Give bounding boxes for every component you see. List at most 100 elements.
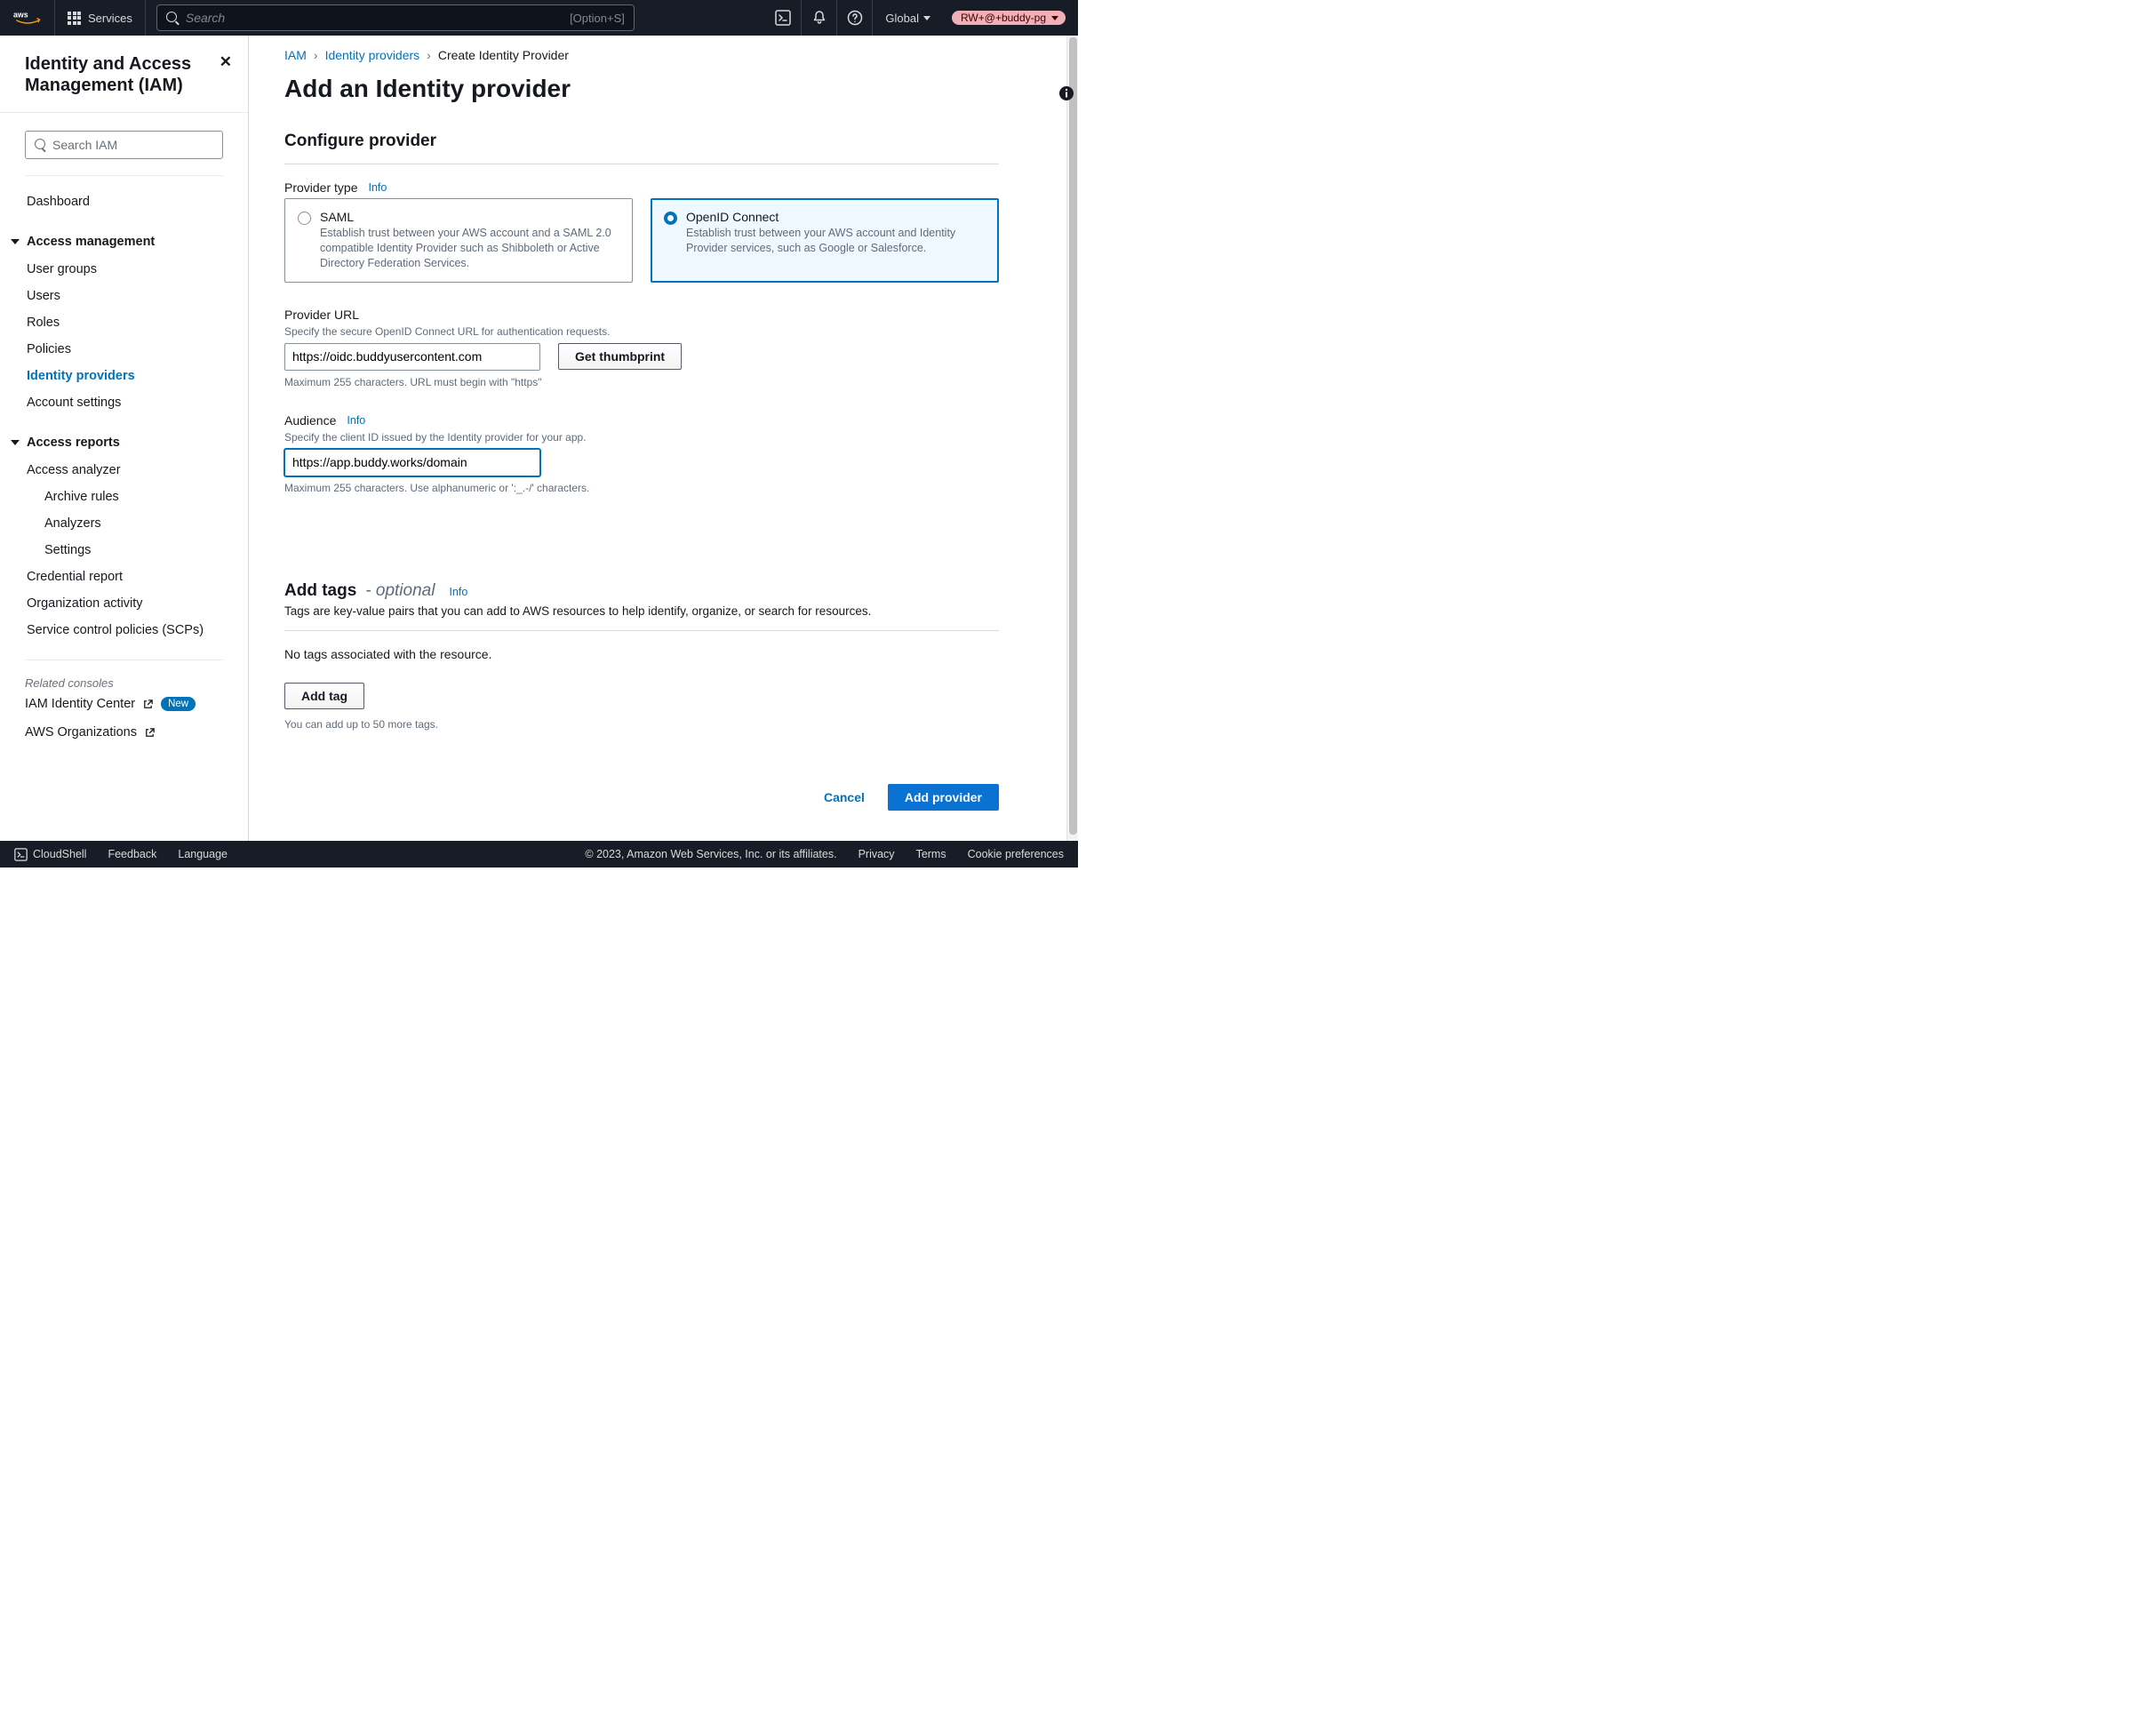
notifications-icon[interactable]	[801, 0, 836, 36]
bottom-bar: CloudShell Feedback Language © 2023, Ama…	[0, 841, 1078, 868]
audience-label: Audience Info	[284, 413, 999, 428]
external-link-icon	[142, 699, 154, 710]
sidebar-link-organizations[interactable]: AWS Organizations	[0, 718, 248, 747]
caret-down-icon	[11, 239, 20, 244]
main-content: IAM › Identity providers › Create Identi…	[249, 36, 1078, 841]
terms-link[interactable]: Terms	[916, 848, 946, 860]
no-tags-text: No tags associated with the resource.	[284, 647, 999, 661]
sidebar: Identity and Access Management (IAM) ✕ D…	[0, 36, 249, 841]
info-link[interactable]: Info	[347, 414, 365, 427]
add-tag-button[interactable]: Add tag	[284, 683, 364, 709]
sidebar-item-account-settings[interactable]: Account settings	[0, 389, 248, 416]
provider-url-label: Provider URL	[284, 308, 999, 322]
sidebar-item-scp[interactable]: Service control policies (SCPs)	[0, 617, 248, 644]
sidebar-group-access-management[interactable]: Access management	[0, 228, 248, 256]
svg-text:aws: aws	[13, 11, 28, 20]
audience-input[interactable]	[284, 449, 540, 476]
sidebar-item-policies[interactable]: Policies	[0, 336, 248, 363]
sidebar-item-identity-providers[interactable]: Identity providers	[0, 363, 248, 389]
sidebar-related-heading: Related consoles	[0, 676, 248, 690]
feedback-button[interactable]: Feedback	[108, 848, 156, 860]
sidebar-item-user-groups[interactable]: User groups	[0, 256, 248, 283]
services-button[interactable]: Services	[55, 0, 146, 36]
sidebar-close-icon[interactable]: ✕	[220, 53, 232, 71]
add-provider-button[interactable]: Add provider	[888, 784, 999, 811]
sidebar-search[interactable]	[25, 131, 223, 159]
top-nav: aws Services [Option+S] Global RW+@+budd…	[0, 0, 1078, 36]
cloudshell-button[interactable]: CloudShell	[14, 848, 86, 861]
radio-icon	[664, 212, 677, 225]
sidebar-item-roles[interactable]: Roles	[0, 309, 248, 336]
oidc-title: OpenID Connect	[686, 210, 986, 224]
sidebar-item-settings[interactable]: Settings	[0, 537, 248, 564]
region-selector[interactable]: Global	[872, 0, 943, 36]
configure-provider-heading: Configure provider	[284, 132, 999, 151]
divider	[284, 630, 999, 631]
search-icon	[35, 139, 45, 151]
sidebar-title: Identity and Access Management (IAM)	[25, 53, 209, 96]
sidebar-item-archive-rules[interactable]: Archive rules	[0, 484, 248, 510]
cloudshell-icon[interactable]	[765, 0, 801, 36]
chevron-right-icon: ›	[314, 48, 318, 62]
sidebar-item-analyzers[interactable]: Analyzers	[0, 510, 248, 537]
breadcrumb: IAM › Identity providers › Create Identi…	[284, 48, 999, 62]
add-tags-heading: Add tags	[284, 581, 356, 601]
search-icon	[166, 12, 179, 24]
account-menu[interactable]: RW+@+buddy-pg	[952, 11, 1066, 25]
info-link[interactable]: Info	[368, 181, 387, 194]
tag-limit-text: You can add up to 50 more tags.	[284, 718, 999, 731]
breadcrumb-iam[interactable]: IAM	[284, 48, 307, 62]
chevron-right-icon: ›	[427, 48, 431, 62]
sidebar-item-credential-report[interactable]: Credential report	[0, 564, 248, 590]
sidebar-link-identity-center[interactable]: IAM Identity Center New	[0, 690, 248, 718]
sidebar-item-dashboard[interactable]: Dashboard	[0, 188, 248, 215]
caret-down-icon	[923, 16, 930, 20]
account-label: RW+@+buddy-pg	[961, 12, 1046, 24]
provider-type-label: Provider type Info	[284, 180, 999, 195]
region-label: Global	[885, 12, 919, 25]
sidebar-link-label: IAM Identity Center	[25, 697, 135, 711]
breadcrumb-current: Create Identity Provider	[438, 48, 569, 62]
get-thumbprint-button[interactable]: Get thumbprint	[558, 343, 682, 370]
sidebar-search-input[interactable]	[52, 138, 213, 152]
sidebar-item-access-analyzer[interactable]: Access analyzer	[0, 457, 248, 484]
provider-type-openid-connect[interactable]: OpenID Connect Establish trust between y…	[651, 198, 999, 283]
cloudshell-label: CloudShell	[33, 848, 86, 860]
copyright-text: © 2023, Amazon Web Services, Inc. or its…	[585, 848, 836, 860]
saml-title: SAML	[320, 210, 619, 224]
new-badge: New	[161, 697, 196, 711]
cookie-preferences-link[interactable]: Cookie preferences	[968, 848, 1064, 860]
external-link-icon	[144, 727, 156, 739]
provider-url-input[interactable]	[284, 343, 540, 371]
breadcrumb-identity-providers[interactable]: Identity providers	[325, 48, 420, 62]
sidebar-group-label: Access reports	[27, 436, 120, 450]
caret-down-icon	[1051, 16, 1058, 20]
sidebar-group-access-reports[interactable]: Access reports	[0, 428, 248, 457]
audience-help: Specify the client ID issued by the Iden…	[284, 431, 999, 444]
page-title: Add an Identity provider	[284, 75, 999, 103]
cancel-button[interactable]: Cancel	[815, 784, 874, 811]
sidebar-link-label: AWS Organizations	[25, 725, 137, 740]
sidebar-item-users[interactable]: Users	[0, 283, 248, 309]
provider-url-hint: Maximum 255 characters. URL must begin w…	[284, 376, 999, 388]
info-panel-toggle[interactable]	[1055, 85, 1078, 106]
help-icon[interactable]	[836, 0, 872, 36]
radio-icon	[298, 212, 311, 225]
top-search[interactable]: [Option+S]	[156, 4, 635, 31]
sidebar-group-label: Access management	[27, 235, 155, 249]
caret-down-icon	[11, 440, 20, 445]
audience-hint: Maximum 255 characters. Use alphanumeric…	[284, 482, 999, 494]
info-link[interactable]: Info	[449, 586, 467, 598]
services-label: Services	[88, 12, 132, 25]
scrollbar[interactable]	[1066, 36, 1078, 841]
privacy-link[interactable]: Privacy	[858, 848, 895, 860]
provider-url-help: Specify the secure OpenID Connect URL fo…	[284, 325, 999, 338]
sidebar-item-org-activity[interactable]: Organization activity	[0, 590, 248, 617]
grid-icon	[68, 12, 81, 25]
top-search-input[interactable]	[186, 11, 563, 25]
language-button[interactable]: Language	[178, 848, 228, 860]
optional-label: - optional	[365, 581, 435, 601]
search-shortcut: [Option+S]	[570, 12, 625, 25]
provider-type-saml[interactable]: SAML Establish trust between your AWS ac…	[284, 198, 633, 283]
aws-logo[interactable]: aws	[0, 0, 55, 36]
